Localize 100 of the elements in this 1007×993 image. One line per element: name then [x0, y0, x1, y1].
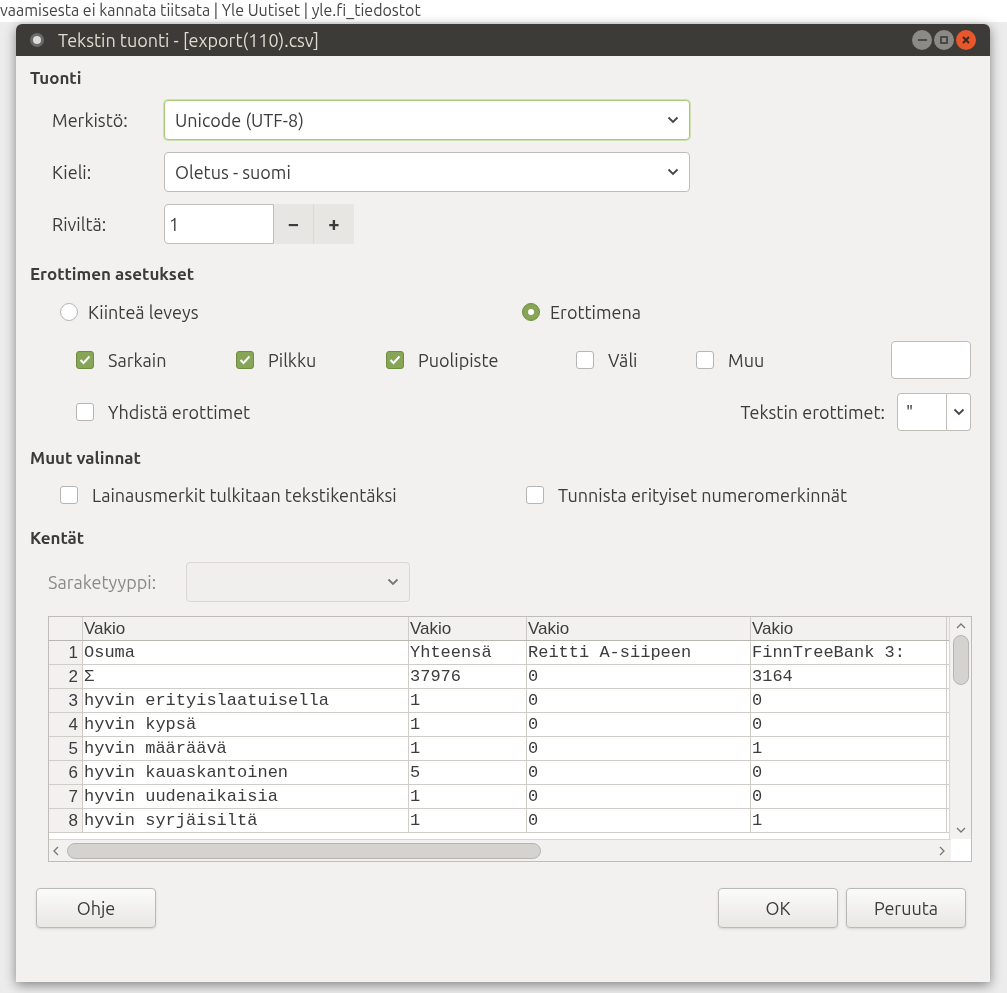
option-label: Sarkain [108, 348, 167, 372]
table-cell: 5 [409, 761, 527, 784]
table-cell: 0 [527, 713, 751, 736]
option-label: Muu [728, 348, 765, 372]
checkbox[interactable] [76, 403, 94, 421]
column-header[interactable]: Vakio [527, 617, 751, 640]
checkmark-icon [79, 355, 91, 365]
field-label: Kieli: [52, 160, 93, 184]
chevron-right-icon[interactable] [939, 846, 945, 856]
app-icon [30, 33, 44, 47]
section-heading: Tuonti [30, 67, 83, 89]
radio-button[interactable] [60, 303, 78, 321]
field-label: Tekstin erottimet: [740, 400, 885, 424]
table-cell: 1 [409, 809, 527, 832]
field-label: Merkistö: [52, 108, 129, 132]
table-cell: 0 [751, 713, 947, 736]
window-title: vaamisesta ei kannata tiitsata | Yle Uutiset | yle.fi_tiedostot [0, 0, 421, 20]
close-button[interactable] [956, 30, 976, 50]
option-label: Väli [608, 348, 638, 372]
checkmark-icon [239, 355, 251, 365]
checkbox[interactable] [60, 486, 78, 504]
checkbox[interactable] [526, 486, 544, 504]
chevron-left-icon[interactable] [53, 846, 59, 856]
table-cell: 37976 [409, 665, 527, 688]
chevron-up-icon[interactable] [956, 623, 966, 629]
chevron-down-icon [667, 168, 679, 176]
table-cell: hyvin uudenaikaisia [83, 785, 409, 808]
table-cell: Yhteensä [409, 641, 527, 664]
column-header[interactable]: Vakio [409, 617, 527, 640]
checkbox[interactable] [76, 351, 94, 369]
scrollbar-thumb[interactable] [953, 635, 969, 685]
checkbox[interactable] [236, 351, 254, 369]
table-cell: hyvin kypsä [83, 713, 409, 736]
column-header[interactable]: Vakio [83, 617, 409, 640]
scrollbar-thumb[interactable] [67, 843, 541, 859]
checkbox[interactable] [576, 351, 594, 369]
chevron-down-icon[interactable] [956, 827, 966, 833]
minimize-button[interactable] [912, 30, 932, 50]
table-cell: 1 [409, 689, 527, 712]
option-label: Pilkku [268, 348, 317, 372]
option-label: Kiinteä leveys [88, 300, 199, 324]
table-cell: hyvin kauaskantoinen [83, 761, 409, 784]
table-cell: 0 [527, 809, 751, 832]
table-cell: FinnTreeBank 3: [751, 641, 947, 664]
decrement-button[interactable]: − [274, 204, 314, 244]
table-cell: 1 [409, 713, 527, 736]
table-cell: 1 [751, 809, 947, 832]
checkbox[interactable] [696, 351, 714, 369]
row-number: 3 [49, 689, 83, 712]
row-number: 6 [49, 761, 83, 784]
table-cell: 1 [409, 785, 527, 808]
table-cell: hyvin erityislaatuisella [83, 689, 409, 712]
cancel-button[interactable]: Peruuta [846, 888, 966, 928]
table-cell: 0 [527, 689, 751, 712]
row-number: 8 [49, 809, 83, 832]
table-cell: 0 [527, 761, 751, 784]
vertical-scrollbar[interactable] [949, 617, 971, 839]
table-cell: 0 [527, 737, 751, 760]
table-cell: 1 [409, 737, 527, 760]
column-header[interactable]: Vakio [751, 617, 947, 640]
table-cell: 0 [751, 785, 947, 808]
table-cell: Reitti A-siipeen [527, 641, 751, 664]
row-number: 5 [49, 737, 83, 760]
dropdown[interactable]: " [897, 393, 947, 431]
dropdown[interactable]: Oletus - suomi [164, 152, 690, 192]
row-number: 4 [49, 713, 83, 736]
option-label: Puolipiste [418, 348, 499, 372]
close-icon [961, 35, 971, 45]
table-cell: 0 [527, 665, 751, 688]
chevron-down-icon [387, 578, 399, 586]
option-label: Lainausmerkit tulkitaan tekstikentäksi [92, 483, 397, 507]
input-field[interactable]: 1 [164, 204, 274, 244]
field-label: Saraketyyppi: [48, 570, 158, 594]
ok-button[interactable]: OK [718, 888, 838, 928]
table-cell: hyvin syrjäisiltä [83, 809, 409, 832]
window-title: Tekstin tuonti - [export(110).csv] [58, 28, 321, 53]
dropdown[interactable]: Unicode (UTF-8) [164, 100, 690, 140]
table-cell: 1 [751, 737, 947, 760]
help-button[interactable]: Ohje [36, 888, 156, 928]
input-field[interactable] [891, 341, 971, 379]
section-heading: Erottimen asetukset [30, 263, 195, 285]
table-cell: 0 [751, 761, 947, 784]
table-cell: Σ [83, 665, 409, 688]
row-number: 2 [49, 665, 83, 688]
checkbox[interactable] [386, 351, 404, 369]
maximize-button[interactable] [934, 30, 954, 50]
table-cell: hyvin määräävä [83, 737, 409, 760]
section-heading: Muut valinnat [30, 447, 142, 469]
row-number: 1 [49, 641, 83, 664]
checkmark-icon [389, 355, 401, 365]
row-number: 7 [49, 785, 83, 808]
chevron-down-icon[interactable] [947, 393, 971, 431]
table-cell: 3164 [751, 665, 947, 688]
section-heading: Kentät [30, 527, 86, 549]
table-cell: Osuma [83, 641, 409, 664]
increment-button[interactable]: + [314, 204, 354, 244]
chevron-down-icon [667, 116, 679, 124]
radio-button[interactable] [522, 303, 540, 321]
table-cell: 0 [751, 689, 947, 712]
horizontal-scrollbar[interactable] [49, 839, 951, 861]
